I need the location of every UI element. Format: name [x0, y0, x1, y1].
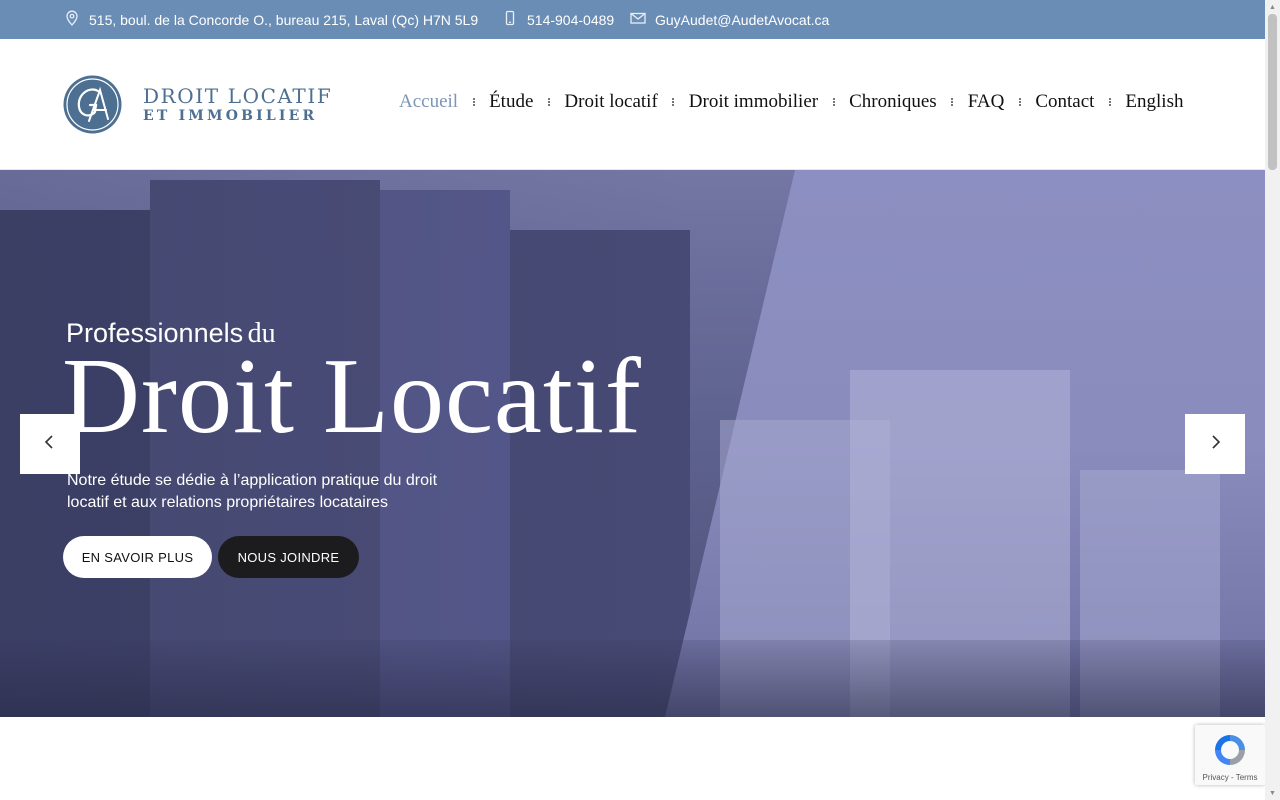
logo-title: DROIT LOCATIF [143, 84, 333, 108]
nav-separator [658, 98, 689, 106]
nav-separator [818, 98, 849, 106]
main-navigation: Accueil Étude Droit locatif Droit immobi… [399, 91, 1183, 113]
slider-prev-button[interactable] [20, 414, 80, 474]
envelope-icon [630, 10, 646, 29]
learn-more-button[interactable]: EN SAVOIR PLUS [63, 536, 212, 578]
nav-item-chroniques[interactable]: Chroniques [849, 91, 937, 113]
nav-separator [458, 98, 489, 106]
hero-title: Droit Locatif [62, 337, 642, 456]
nav-item-droit-immobilier[interactable]: Droit immobilier [689, 91, 818, 113]
hero-description: Notre étude se dédie à l’application pra… [67, 472, 438, 511]
email-item[interactable]: GuyAudet@AudetAvocat.ca [630, 0, 829, 39]
nav-item-etude[interactable]: Étude [489, 91, 533, 113]
scroll-up-arrow-icon[interactable]: ▲ [1265, 0, 1280, 14]
nav-item-accueil[interactable]: Accueil [399, 91, 458, 113]
scrollbar-thumb[interactable] [1268, 14, 1277, 170]
nav-separator [1094, 98, 1125, 106]
chevron-left-icon [43, 434, 57, 454]
email-link[interactable]: GuyAudet@AudetAvocat.ca [655, 12, 829, 28]
hero-slider: Professionnels du Droit Locatif Notre ét… [0, 170, 1265, 717]
nav-item-droit-locatif[interactable]: Droit locatif [564, 91, 657, 113]
chevron-right-icon [1208, 434, 1222, 454]
phone-item[interactable]: 514-904-0489 [502, 0, 614, 39]
contact-us-button[interactable]: NOUS JOINDRE [218, 536, 359, 578]
logo-subtitle: ET IMMOBILIER [143, 108, 318, 124]
nav-item-english[interactable]: English [1125, 91, 1183, 113]
top-info-bar: 515, boul. de la Concorde O., bureau 215… [0, 0, 1265, 39]
nav-separator [937, 98, 968, 106]
slider-next-button[interactable] [1185, 414, 1245, 474]
scroll-down-arrow-icon[interactable]: ▼ [1265, 786, 1280, 800]
address-item: 515, boul. de la Concorde O., bureau 215… [64, 0, 478, 39]
recaptcha-links[interactable]: Privacy - Terms [1195, 773, 1265, 782]
address-text: 515, boul. de la Concorde O., bureau 215… [89, 11, 479, 28]
nav-separator [533, 98, 564, 106]
recaptcha-badge[interactable]: Privacy - Terms [1195, 725, 1265, 785]
page-scrollbar[interactable]: ▲ ▼ [1265, 0, 1280, 800]
location-pin-icon [64, 10, 80, 29]
phone-text[interactable]: 514-904-0489 [527, 12, 614, 28]
site-header: DROIT LOCATIF ET IMMOBILIER Accueil Étud… [0, 39, 1265, 170]
nav-item-contact[interactable]: Contact [1035, 91, 1094, 113]
site-logo[interactable]: DROIT LOCATIF ET IMMOBILIER [62, 74, 332, 135]
nav-separator [1004, 98, 1035, 106]
nav-item-faq[interactable]: FAQ [968, 91, 1005, 113]
monogram-emblem-icon [63, 75, 122, 134]
recaptcha-icon [1215, 735, 1245, 765]
mobile-phone-icon [502, 10, 518, 29]
